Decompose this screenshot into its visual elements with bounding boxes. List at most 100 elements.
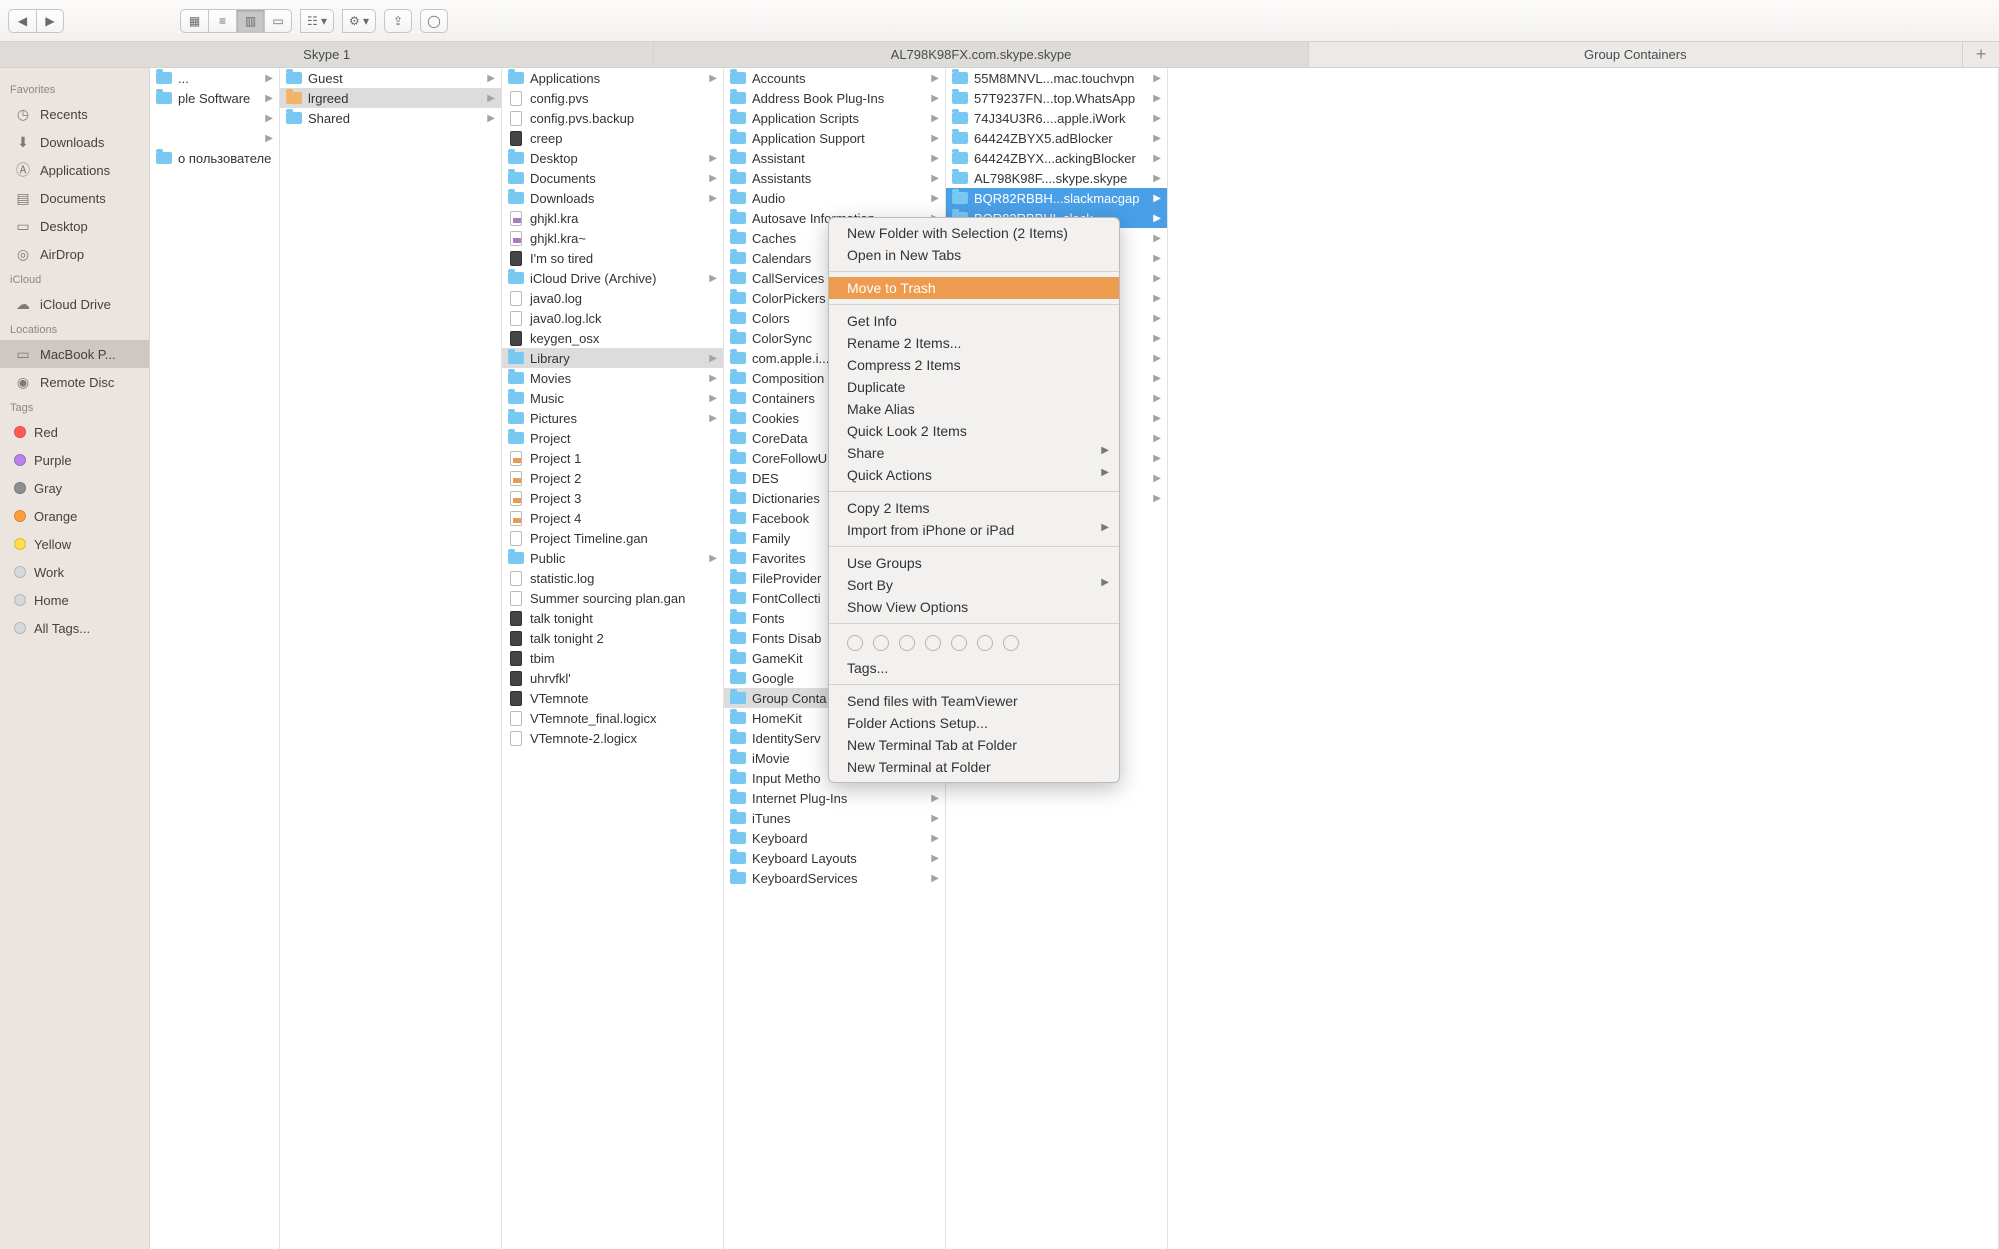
file-row[interactable]: Library▶ (502, 348, 723, 368)
menu-item[interactable]: Send files with TeamViewer (829, 690, 1119, 712)
tag-circle-icon[interactable] (847, 635, 863, 651)
sidebar-item[interactable]: ▭Desktop (0, 212, 149, 240)
path-segment-1[interactable]: Skype 1 (0, 42, 654, 67)
file-row[interactable]: 64424ZBYX...ackingBlocker▶ (946, 148, 1167, 168)
file-row[interactable]: Keyboard Layouts▶ (724, 848, 945, 868)
menu-item[interactable]: Rename 2 Items... (829, 332, 1119, 354)
file-row[interactable]: Accounts▶ (724, 68, 945, 88)
file-row[interactable]: Downloads▶ (502, 188, 723, 208)
sidebar-item[interactable]: ▭MacBook P... (0, 340, 149, 368)
file-row[interactable]: ▶ (150, 128, 279, 148)
file-row[interactable]: Assistants▶ (724, 168, 945, 188)
menu-item[interactable]: Import from iPhone or iPad (829, 519, 1119, 541)
menu-item[interactable]: Make Alias (829, 398, 1119, 420)
gallery-view-button[interactable]: ▭ (264, 9, 292, 33)
file-row[interactable]: Address Book Plug-Ins▶ (724, 88, 945, 108)
file-row[interactable]: VTemnote (502, 688, 723, 708)
file-row[interactable]: Project Timeline.gan (502, 528, 723, 548)
add-tab-button[interactable]: + (1963, 42, 1999, 67)
file-row[interactable]: Project 3 (502, 488, 723, 508)
sidebar-item[interactable]: ⒶApplications (0, 156, 149, 184)
forward-button[interactable]: ▶ (36, 9, 64, 33)
file-row[interactable]: BQR82RBBH...slackmacgap▶ (946, 188, 1167, 208)
file-row[interactable]: I'm so tired (502, 248, 723, 268)
sidebar-item[interactable]: ☁iCloud Drive (0, 290, 149, 318)
sidebar-item[interactable]: Yellow (0, 530, 149, 558)
file-row[interactable]: ▶ (150, 108, 279, 128)
file-row[interactable]: Documents▶ (502, 168, 723, 188)
file-row[interactable]: 57T9237FN...top.WhatsApp▶ (946, 88, 1167, 108)
file-row[interactable]: statistic.log (502, 568, 723, 588)
file-row[interactable]: uhrvfkl' (502, 668, 723, 688)
file-row[interactable]: Pictures▶ (502, 408, 723, 428)
file-row[interactable]: talk tonight (502, 608, 723, 628)
menu-item[interactable]: Open in New Tabs (829, 244, 1119, 266)
file-row[interactable]: ghjkl.kra~ (502, 228, 723, 248)
file-row[interactable]: KeyboardServices▶ (724, 868, 945, 888)
file-row[interactable]: 55M8MNVL...mac.touchvpn▶ (946, 68, 1167, 88)
file-row[interactable]: java0.log.lck (502, 308, 723, 328)
sidebar-item[interactable]: Orange (0, 502, 149, 530)
tag-circle-icon[interactable] (951, 635, 967, 651)
action-gear-button[interactable]: ⚙ ▾ (342, 9, 376, 33)
sidebar-item[interactable]: ◷Recents (0, 100, 149, 128)
file-row[interactable]: creep (502, 128, 723, 148)
menu-item[interactable]: Move to Trash (829, 277, 1119, 299)
tag-circle-icon[interactable] (925, 635, 941, 651)
file-row[interactable]: Project 4 (502, 508, 723, 528)
path-segment-3[interactable]: Group Containers (1309, 42, 1963, 67)
menu-item[interactable]: Get Info (829, 310, 1119, 332)
file-row[interactable]: tbim (502, 648, 723, 668)
file-row[interactable]: Audio▶ (724, 188, 945, 208)
file-row[interactable]: Music▶ (502, 388, 723, 408)
file-row[interactable]: keygen_osx (502, 328, 723, 348)
file-row[interactable]: Assistant▶ (724, 148, 945, 168)
file-row[interactable]: Keyboard▶ (724, 828, 945, 848)
sidebar-item[interactable]: Purple (0, 446, 149, 474)
file-row[interactable]: ple Software▶ (150, 88, 279, 108)
menu-item[interactable]: Copy 2 Items (829, 497, 1119, 519)
file-row[interactable]: о пользователе (150, 148, 279, 168)
share-button[interactable]: ⇪ (384, 9, 412, 33)
file-row[interactable]: java0.log (502, 288, 723, 308)
file-row[interactable]: Applications▶ (502, 68, 723, 88)
file-row[interactable]: Project 1 (502, 448, 723, 468)
sidebar-item[interactable]: ◎AirDrop (0, 240, 149, 268)
menu-item[interactable]: Compress 2 Items (829, 354, 1119, 376)
list-view-button[interactable]: ≡ (208, 9, 236, 33)
file-row[interactable]: iCloud Drive (Archive)▶ (502, 268, 723, 288)
file-row[interactable]: Application Scripts▶ (724, 108, 945, 128)
tag-circle-icon[interactable] (873, 635, 889, 651)
file-row[interactable]: ghjkl.kra (502, 208, 723, 228)
file-row[interactable]: VTemnote_final.logicx (502, 708, 723, 728)
file-row[interactable]: Application Support▶ (724, 128, 945, 148)
menu-item[interactable]: New Folder with Selection (2 Items) (829, 222, 1119, 244)
menu-item[interactable]: New Terminal at Folder (829, 756, 1119, 778)
arrange-button[interactable]: ☷ ▾ (300, 9, 334, 33)
file-row[interactable]: Shared▶ (280, 108, 501, 128)
file-row[interactable]: ...▶ (150, 68, 279, 88)
file-row[interactable]: VTemnote-2.logicx (502, 728, 723, 748)
sidebar-item[interactable]: Work (0, 558, 149, 586)
file-row[interactable]: talk tonight 2 (502, 628, 723, 648)
menu-item[interactable]: New Terminal Tab at Folder (829, 734, 1119, 756)
file-row[interactable]: 64424ZBYX5.adBlocker▶ (946, 128, 1167, 148)
file-row[interactable]: config.pvs (502, 88, 723, 108)
menu-item[interactable]: Quick Look 2 Items (829, 420, 1119, 442)
column-view-button[interactable]: ▥ (236, 9, 264, 33)
tag-circle-icon[interactable] (899, 635, 915, 651)
menu-item[interactable]: Share (829, 442, 1119, 464)
icon-view-button[interactable]: ▦ (180, 9, 208, 33)
menu-item[interactable]: Quick Actions (829, 464, 1119, 486)
path-segment-2[interactable]: AL798K98FX.com.skype.skype (654, 42, 1308, 67)
file-row[interactable]: 74J34U3R6....apple.iWork▶ (946, 108, 1167, 128)
menu-item[interactable]: Tags... (829, 657, 1119, 679)
sidebar-item[interactable]: ◉Remote Disc (0, 368, 149, 396)
sidebar-item[interactable]: Home (0, 586, 149, 614)
menu-item[interactable]: Duplicate (829, 376, 1119, 398)
sidebar-item[interactable]: Red (0, 418, 149, 446)
file-row[interactable]: Movies▶ (502, 368, 723, 388)
tag-circle-icon[interactable] (1003, 635, 1019, 651)
sidebar-item[interactable]: ▤Documents (0, 184, 149, 212)
file-row[interactable]: Project (502, 428, 723, 448)
